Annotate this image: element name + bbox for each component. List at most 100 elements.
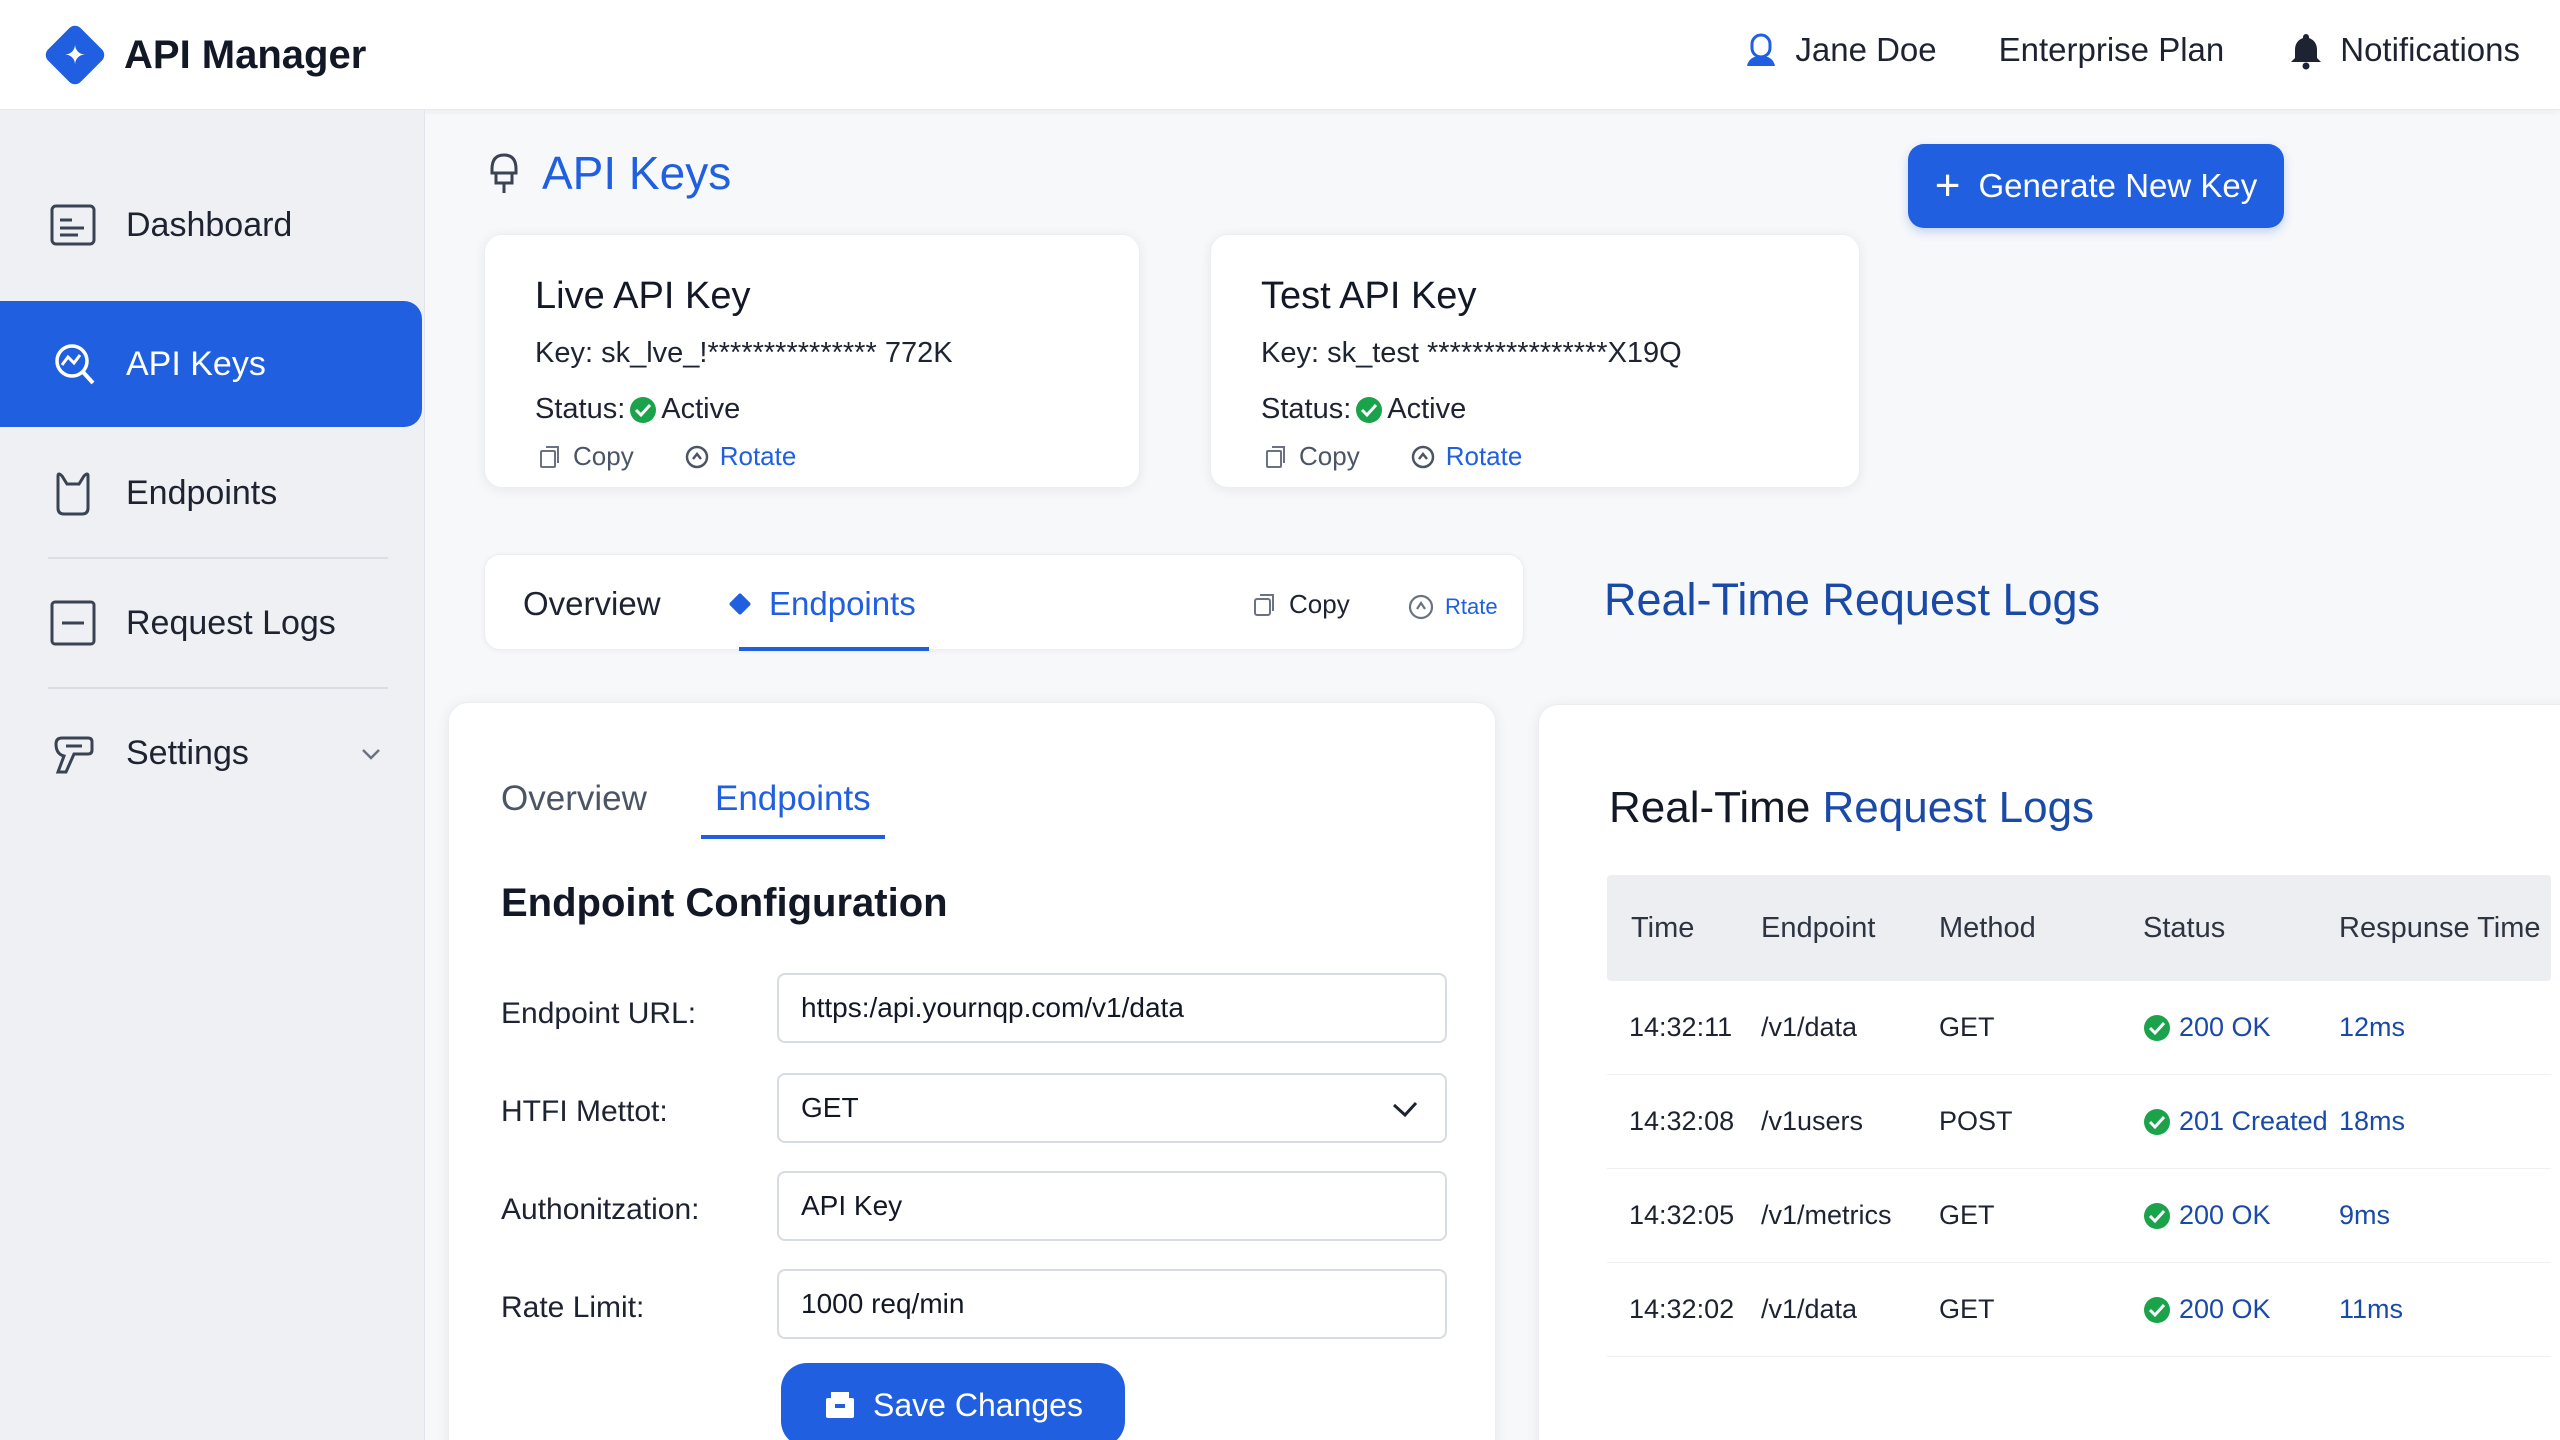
sidebar-divider [48, 557, 388, 559]
tab-endpoints[interactable]: Endpoints [725, 585, 916, 623]
top-bar: ✦ API Manager Jane Doe Enterprise Plan N… [0, 0, 2560, 110]
tab-bar: Overview Endpoints Copy Rtate [484, 554, 1524, 651]
column-header[interactable]: Respunse Time [2339, 912, 2551, 945]
cell-method: POST [1939, 1106, 2013, 1136]
copy-label: Copy [1289, 589, 1350, 619]
key-value: Key: sk_lve_!*************** 772K [535, 337, 953, 369]
copy-button[interactable]: Copy [1263, 441, 1360, 472]
status-value: Active [1387, 393, 1467, 425]
key-value: Key: sk_test ****************X19Q [1261, 337, 1682, 369]
check-circle-icon [2144, 1202, 2170, 1229]
column-header[interactable]: Endpoint [1761, 912, 1939, 945]
column-header[interactable]: Status [2143, 912, 2339, 945]
diamond-icon [729, 593, 751, 615]
table-row[interactable]: 14:32:08 /v1users POST 201 Created 18ms [1607, 1075, 2551, 1169]
column-header[interactable]: Time [1607, 912, 1761, 945]
key-status: Status: Active [1261, 393, 1466, 426]
user-menu[interactable]: Jane Doe [1741, 30, 1937, 70]
logo-icon: ✦ [42, 22, 108, 88]
cell-endpoint: /v1users [1761, 1106, 1864, 1136]
table-row[interactable]: 14:32:05 /v1/metrics GET 200 OK 9ms [1607, 1169, 2551, 1263]
http-method-select[interactable]: GET [777, 1073, 1447, 1143]
table-row[interactable]: 14:32:11 /v1/data GET 200 OK 12ms [1607, 981, 2551, 1075]
save-changes-button[interactable]: Save Changes [781, 1363, 1125, 1440]
tab-overview[interactable]: Overview [501, 779, 647, 819]
cell-status: 200 OK [2143, 1012, 2339, 1043]
input-value: 1000 req/min [801, 1288, 965, 1319]
cell-endpoint: /v1/metrics [1761, 1200, 1892, 1230]
brand[interactable]: ✦ API Manager [42, 22, 366, 88]
generate-button-label: Generate New Key [1978, 167, 2258, 204]
logs-table: Time Endpoint Method Status Respunse Tim… [1607, 875, 2551, 1357]
sidebar-item-settings[interactable]: Settings [0, 690, 422, 816]
notifications-button[interactable]: Notifications [2286, 30, 2520, 70]
page-title: API Keys [542, 147, 732, 199]
copy-label: Copy [1299, 441, 1360, 471]
chevron-down-icon[interactable] [358, 740, 384, 766]
key-lock-icon [490, 153, 518, 193]
select-value: GET [801, 1092, 859, 1123]
sidebar-item-api-keys[interactable]: API Keys [0, 301, 422, 427]
column-header[interactable]: Method [1939, 912, 2143, 945]
plan-badge[interactable]: Enterprise Plan [1999, 31, 2225, 69]
tab-label: Endpoints [769, 585, 916, 622]
generate-new-key-button[interactable]: + Generate New Key [1908, 144, 2284, 228]
cell-endpoint: /v1/data [1761, 1012, 1858, 1042]
sidebar-item-request-logs[interactable]: Request Logs [0, 560, 422, 686]
app-title: API Manager [124, 32, 367, 77]
status-text: 200 OK [2179, 1294, 2271, 1324]
endpoint-url-input[interactable]: https:/api.yournqp.com/v1/data [777, 973, 1447, 1043]
status-value: Active [661, 393, 741, 425]
sidebar: Dashboard API Keys Endpoints Request Log… [0, 110, 425, 1440]
authorization-input[interactable]: API Key [777, 1171, 1447, 1241]
cell-response-time: 9ms [2339, 1200, 2391, 1230]
status-text: 200 OK [2179, 1012, 2271, 1042]
table-header: Time Endpoint Method Status Respunse Tim… [1607, 875, 2551, 981]
http-method-label: HTFI Mettot: [501, 1095, 668, 1128]
endpoint-url-label: Endpoint URL: [501, 997, 697, 1030]
cell-method: GET [1939, 1294, 1995, 1324]
rotate-button[interactable]: Rtate [1407, 593, 1498, 621]
table-row[interactable]: 14:32:02 /v1/data GET 200 OK 11ms [1607, 1263, 2551, 1357]
sidebar-item-label: Request Logs [126, 603, 336, 642]
copy-label: Copy [573, 441, 634, 471]
dashboard-icon [50, 204, 96, 246]
sidebar-item-label: API Keys [126, 344, 266, 383]
page-header: API Keys [484, 146, 731, 200]
user-name: Jane Doe [1795, 31, 1937, 68]
cell-status: 200 OK [2143, 1200, 2339, 1231]
check-circle-icon [630, 396, 657, 423]
copy-button[interactable]: Copy [537, 441, 634, 472]
rate-limit-input[interactable]: 1000 req/min [777, 1269, 1447, 1339]
sidebar-item-label: Dashboard [126, 205, 293, 244]
input-value: API Key [801, 1190, 903, 1221]
api-keys-icon [55, 344, 95, 385]
tab-underline [701, 835, 885, 839]
cell-response-time: 11ms [2339, 1294, 2404, 1324]
tab-overview[interactable]: Overview [523, 585, 661, 623]
key-card-title: Test API Key [1261, 275, 1477, 317]
status-label: Status: [1261, 393, 1352, 425]
plus-icon: + [1934, 161, 1961, 210]
tab-endpoints[interactable]: Endpoints [715, 779, 871, 819]
copy-button[interactable]: Copy [1251, 589, 1350, 620]
rotate-icon [1408, 594, 1434, 620]
copy-icon [1266, 445, 1285, 468]
check-circle-icon [1356, 396, 1383, 423]
sidebar-item-label: Endpoints [126, 473, 278, 512]
rotate-icon [1411, 445, 1434, 468]
rotate-button[interactable]: Rotate [1410, 441, 1522, 472]
check-circle-icon [2144, 1296, 2170, 1323]
chevron-down-icon [1392, 1101, 1418, 1118]
logs-title-part2: Request Logs [1822, 783, 2095, 832]
cell-time: 14:32:11 [1629, 1012, 1733, 1042]
cell-time: 14:32:02 [1629, 1294, 1735, 1324]
rotate-button[interactable]: Rotate [684, 441, 796, 472]
sidebar-item-endpoints[interactable]: Endpoints [0, 430, 422, 556]
bell-icon [2291, 34, 2322, 70]
status-label: Status: [535, 393, 626, 425]
check-circle-icon [2144, 1014, 2170, 1041]
sidebar-item-dashboard[interactable]: Dashboard [0, 162, 422, 288]
endpoints-icon [56, 472, 90, 516]
authorization-label: Authonitzation: [501, 1193, 700, 1226]
